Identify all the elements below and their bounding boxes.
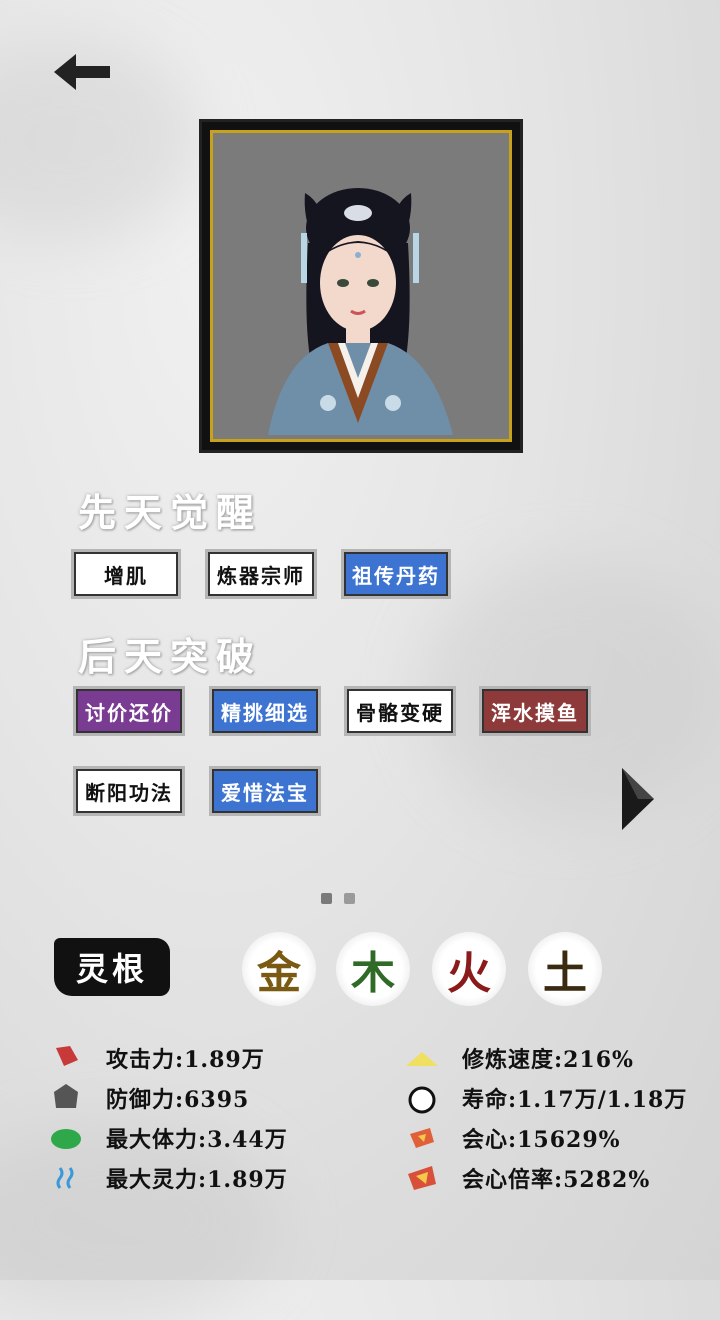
character-portrait-illustration xyxy=(213,133,505,435)
trait-label: 爱惜法宝 xyxy=(221,780,309,805)
acquired-trait[interactable]: 骨骼变硬 xyxy=(344,686,456,736)
acquired-trait[interactable]: 浑水摸鱼 xyxy=(479,686,591,736)
stat-text: 最大灵力:1.89万 xyxy=(106,1167,288,1193)
health-icon xyxy=(48,1120,84,1156)
trait-label: 讨价还价 xyxy=(85,700,173,725)
element-metal: 金 xyxy=(242,932,316,1006)
defense-icon xyxy=(48,1080,84,1116)
trait-label: 断阳功法 xyxy=(85,780,173,805)
trait-label: 骨骼变硬 xyxy=(356,700,444,725)
spirit-root-label-text: 灵根 xyxy=(75,950,148,988)
stat-crit: 会心:15629% xyxy=(404,1120,621,1156)
acquired-trait[interactable]: 爱惜法宝 xyxy=(209,766,321,816)
stat-cultivation-speed: 修炼速度:216% xyxy=(404,1040,634,1076)
stat-lifespan: 寿命:1.17万/1.18万 xyxy=(404,1080,687,1116)
lifespan-icon xyxy=(404,1080,440,1116)
element-wood: 木 xyxy=(336,932,410,1006)
stat-crit-multiplier: 会心倍率:5282% xyxy=(404,1160,650,1196)
crit-multiplier-icon xyxy=(404,1160,440,1196)
portrait-frame xyxy=(202,122,520,450)
next-page-button[interactable] xyxy=(620,766,656,832)
page-indicator-dot xyxy=(344,893,355,904)
stat-attack: 攻击力:1.89万 xyxy=(48,1040,265,1076)
character-portrait xyxy=(210,130,512,442)
triangle-right-icon xyxy=(622,768,654,830)
stat-spirit: 最大灵力:1.89万 xyxy=(48,1160,288,1196)
stat-text: 防御力:6395 xyxy=(106,1087,250,1113)
acquired-trait[interactable]: 精挑细选 xyxy=(209,686,321,736)
acquired-section-title: 后天突破 xyxy=(78,634,263,679)
stat-text: 会心倍率:5282% xyxy=(462,1167,651,1193)
innate-section-title: 先天觉醒 xyxy=(78,490,263,535)
acquired-trait[interactable]: 讨价还价 xyxy=(73,686,185,736)
spirit-icon xyxy=(48,1160,84,1196)
stat-defense: 防御力:6395 xyxy=(48,1080,249,1116)
crit-icon xyxy=(404,1120,440,1156)
cultivation-speed-icon xyxy=(404,1040,440,1076)
innate-trait[interactable]: 祖传丹药 xyxy=(341,549,451,599)
attack-icon xyxy=(48,1040,84,1076)
spirit-root-label: 灵根 xyxy=(54,938,170,996)
acquired-trait[interactable]: 断阳功法 xyxy=(73,766,185,816)
innate-trait[interactable]: 炼器宗师 xyxy=(205,549,317,599)
element-char: 火 xyxy=(447,948,491,999)
back-arrow-icon xyxy=(54,54,110,90)
element-char: 土 xyxy=(543,948,587,999)
stat-text: 会心:15629% xyxy=(462,1127,621,1153)
innate-trait[interactable]: 增肌 xyxy=(71,549,181,599)
stat-text: 最大体力:3.44万 xyxy=(106,1127,288,1153)
trait-label: 增肌 xyxy=(104,563,148,588)
element-fire: 火 xyxy=(432,932,506,1006)
trait-label: 炼器宗师 xyxy=(217,563,305,588)
trait-label: 祖传丹药 xyxy=(352,563,440,588)
element-char: 金 xyxy=(257,948,301,999)
stat-text: 攻击力:1.89万 xyxy=(106,1047,265,1073)
element-earth: 土 xyxy=(528,932,602,1006)
page-indicator-dot xyxy=(321,893,332,904)
back-button[interactable] xyxy=(52,50,114,94)
element-char: 木 xyxy=(351,948,395,999)
stat-health: 最大体力:3.44万 xyxy=(48,1120,288,1156)
stat-text: 修炼速度:216% xyxy=(462,1047,634,1073)
trait-label: 精挑细选 xyxy=(221,700,309,725)
trait-label: 浑水摸鱼 xyxy=(491,700,579,725)
stat-text: 寿命:1.17万/1.18万 xyxy=(462,1087,688,1113)
